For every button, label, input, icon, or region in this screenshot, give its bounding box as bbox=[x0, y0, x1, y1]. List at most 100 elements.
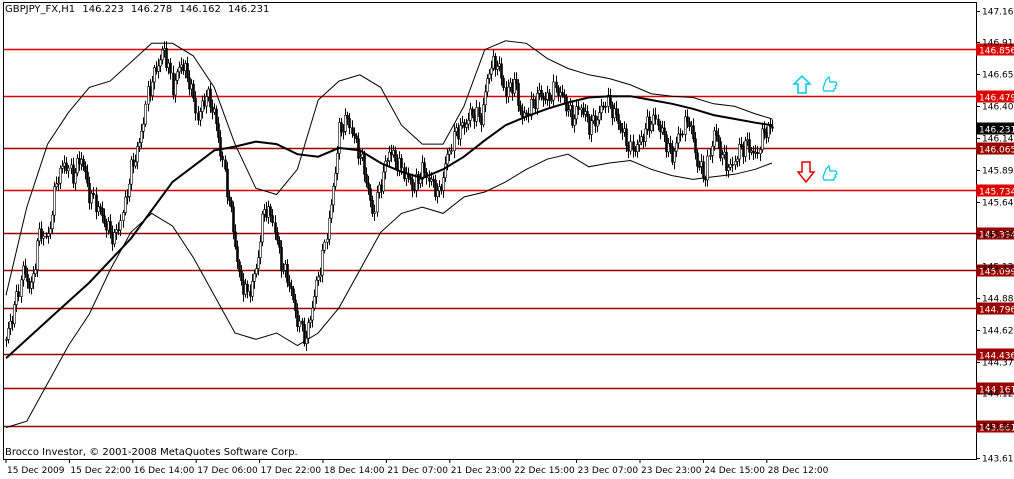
candle-body bbox=[111, 232, 114, 245]
x-tick-label: 28 Dec 12:00 bbox=[768, 466, 829, 476]
candle-body bbox=[211, 106, 214, 113]
y-tick-label: 145.640 bbox=[982, 199, 1014, 209]
y-tick-label: 145.895 bbox=[982, 167, 1014, 177]
candle-body bbox=[311, 307, 314, 321]
y-tick-label: 146.655 bbox=[982, 71, 1014, 81]
candle-body bbox=[149, 86, 152, 96]
candle-body bbox=[357, 138, 360, 159]
candle-body bbox=[190, 83, 193, 90]
candle-body bbox=[76, 158, 79, 174]
candle-body bbox=[253, 273, 256, 282]
candle-body bbox=[615, 108, 618, 115]
chart-background bbox=[0, 0, 1014, 479]
candle-body bbox=[217, 123, 220, 138]
y-tick-label: 145.385 bbox=[982, 231, 1014, 241]
x-tick-label: 15 Dec 22:00 bbox=[70, 466, 131, 476]
candle-body bbox=[228, 196, 231, 201]
candle-body bbox=[271, 215, 274, 223]
candle-body bbox=[251, 281, 254, 297]
candle-body bbox=[188, 77, 191, 90]
candle-body bbox=[49, 228, 52, 234]
candle-body bbox=[65, 162, 68, 172]
candle-body bbox=[194, 97, 197, 114]
price-chart[interactable]: 146.856146.479146.065145.734145.394145.0… bbox=[0, 0, 1014, 479]
candle-body bbox=[180, 64, 183, 68]
candle-body bbox=[573, 118, 576, 126]
candle-body bbox=[351, 127, 354, 134]
candle-body bbox=[86, 171, 89, 184]
candle-body bbox=[486, 78, 489, 93]
candle-body bbox=[197, 112, 200, 121]
candle-body bbox=[317, 276, 320, 281]
candle-body bbox=[132, 159, 135, 167]
candle-body bbox=[736, 158, 739, 162]
candle-body bbox=[756, 152, 759, 155]
candle-body bbox=[99, 206, 102, 209]
candle-body bbox=[80, 158, 83, 165]
candle-body bbox=[159, 59, 162, 67]
candle-body bbox=[290, 285, 293, 290]
x-tick-label: 18 Dec 14:00 bbox=[324, 466, 385, 476]
y-tick-label: 147.160 bbox=[982, 8, 1014, 18]
candle-body bbox=[59, 168, 62, 184]
y-tick-label: 144.880 bbox=[982, 295, 1014, 305]
candle-body bbox=[178, 67, 181, 73]
candle-body bbox=[369, 188, 372, 201]
candle-body bbox=[669, 143, 672, 147]
candle-body bbox=[7, 328, 10, 340]
candle-body bbox=[309, 319, 312, 323]
candle-body bbox=[638, 141, 641, 145]
candle-body bbox=[488, 73, 491, 79]
candle-body bbox=[82, 158, 85, 167]
candle-body bbox=[436, 190, 439, 197]
candle-body bbox=[274, 222, 277, 233]
candle-body bbox=[124, 196, 127, 213]
candle-body bbox=[507, 86, 510, 97]
candle-body bbox=[92, 192, 95, 196]
candle-body bbox=[536, 93, 539, 110]
candle-body bbox=[184, 63, 187, 72]
candle-body bbox=[192, 83, 195, 99]
candle-body bbox=[727, 167, 730, 171]
candle-body bbox=[249, 291, 252, 297]
candle-body bbox=[5, 339, 8, 341]
candle-body bbox=[459, 125, 462, 140]
candle-body bbox=[517, 83, 520, 106]
candle-body bbox=[24, 265, 27, 275]
candle-body bbox=[629, 141, 632, 152]
candle-body bbox=[107, 221, 110, 231]
candle-body bbox=[128, 183, 131, 197]
close-value: 146.231 bbox=[228, 4, 270, 15]
candle-body bbox=[292, 288, 295, 301]
candle-body bbox=[53, 186, 56, 216]
candle-body bbox=[625, 128, 628, 147]
candle-body bbox=[632, 141, 635, 151]
candle-body bbox=[205, 96, 208, 107]
candle-body bbox=[502, 77, 505, 88]
candle-body bbox=[26, 274, 29, 282]
candle-body bbox=[759, 149, 762, 155]
candle-body bbox=[475, 107, 478, 122]
candle-body bbox=[313, 296, 316, 309]
candle-body bbox=[226, 168, 229, 198]
candle-body bbox=[694, 138, 697, 154]
candle-body bbox=[478, 107, 481, 118]
candle-body bbox=[444, 163, 447, 178]
candle-body bbox=[201, 100, 204, 112]
candle-body bbox=[213, 108, 216, 113]
candle-body bbox=[465, 123, 468, 128]
x-tick-label: 23 Dec 07:00 bbox=[578, 466, 639, 476]
candle-body bbox=[209, 88, 212, 108]
candle-body bbox=[336, 152, 339, 174]
candle-body bbox=[276, 232, 279, 241]
candle-body bbox=[731, 164, 734, 166]
candle-body bbox=[151, 81, 154, 96]
chart-header: GBPJPY_FX,H1 146.223 146.278 146.162 146… bbox=[5, 4, 273, 15]
candle-body bbox=[298, 320, 301, 327]
candle-body bbox=[740, 144, 743, 148]
x-tick-label: 15 Dec 2009 bbox=[7, 466, 65, 476]
candle-body bbox=[144, 103, 147, 125]
candle-body bbox=[90, 192, 93, 204]
candle-body bbox=[675, 142, 678, 152]
x-tick-label: 17 Dec 06:00 bbox=[197, 466, 258, 476]
